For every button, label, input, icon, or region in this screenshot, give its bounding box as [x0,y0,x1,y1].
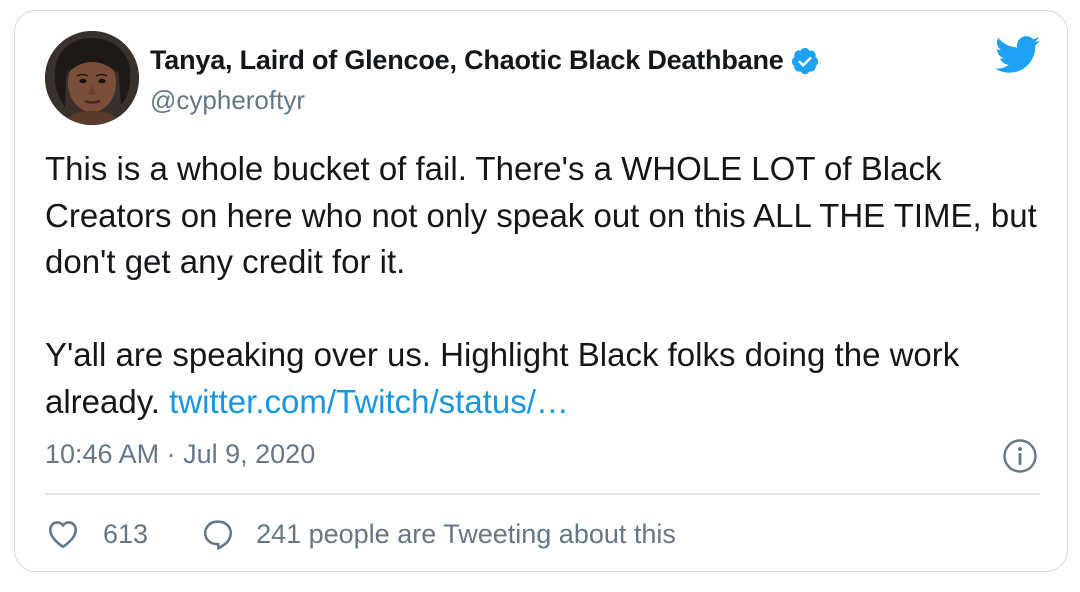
engagement-bar: 613 241 people are Tweeting about this [45,516,676,552]
tweet-date[interactable]: Jul 9, 2020 [183,439,315,469]
author-handle[interactable]: @cypheroftyr [150,85,305,116]
tweet-body: This is a whole bucket of fail. There's … [45,146,1045,425]
like-count[interactable]: 613 [103,519,148,550]
timestamp-separator: · [166,439,176,469]
tweet-paragraph-1: This is a whole bucket of fail. There's … [45,150,1037,280]
tweet-link[interactable]: twitter.com/Twitch/status/… [169,383,569,420]
divider [45,493,1040,495]
tweet-timestamp[interactable]: 10:46 AM · Jul 9, 2020 [45,439,315,470]
tweet-paragraph-2: Y'all are speaking over us. Highlight Bl… [45,332,1045,425]
speech-bubble-icon[interactable] [200,516,236,552]
verified-badge-icon [790,46,820,76]
tweet-time[interactable]: 10:46 AM [45,439,159,469]
tweet-card: Tanya, Laird of Glencoe, Chaotic Black D… [14,10,1068,572]
author-display-name[interactable]: Tanya, Laird of Glencoe, Chaotic Black D… [150,45,784,76]
info-icon[interactable] [1002,438,1038,474]
twitter-bird-icon[interactable] [995,36,1041,74]
heart-icon[interactable] [45,516,81,552]
author-avatar[interactable] [45,31,139,125]
profile-photo [45,31,139,125]
author-name-row[interactable]: Tanya, Laird of Glencoe, Chaotic Black D… [150,45,820,76]
tweeting-about-link[interactable]: 241 people are Tweeting about this [256,519,676,550]
